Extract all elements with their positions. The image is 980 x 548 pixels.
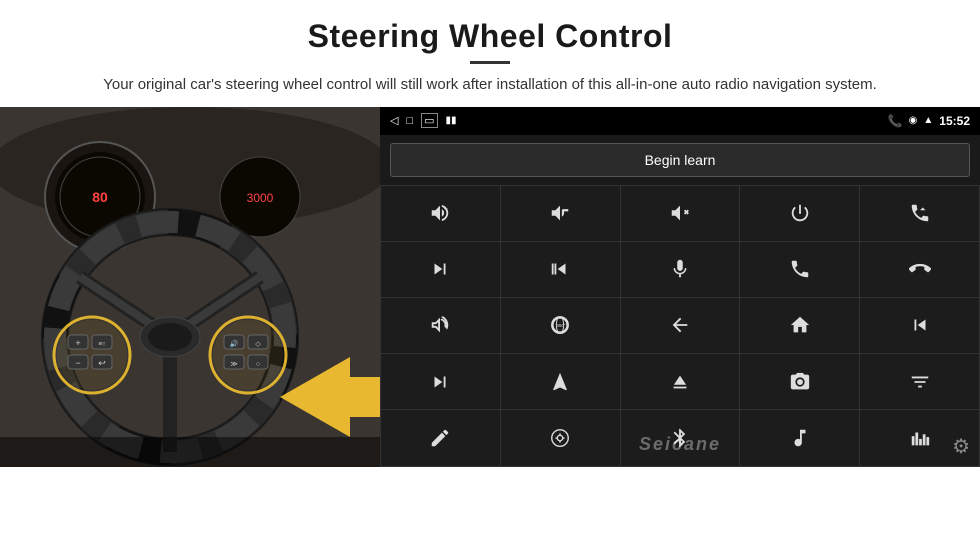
subtitle-text: Your original car's steering wheel contr… [80, 74, 900, 97]
bluetooth-button[interactable] [621, 410, 740, 465]
begin-learn-button[interactable]: Begin learn [390, 143, 970, 177]
prev-track-button[interactable] [501, 242, 620, 297]
page-title: Steering Wheel Control [60, 18, 920, 55]
status-left: ◁ □ ▭ ▮▮ [390, 113, 457, 128]
music-button[interactable] [740, 410, 859, 465]
status-right: 📞 ◉ ▲ 15:52 [888, 114, 970, 128]
vol-up-button[interactable]: + [381, 186, 500, 241]
camera-button[interactable] [740, 354, 859, 409]
svg-text:−: − [75, 358, 80, 368]
controls-grid: + [380, 185, 980, 467]
svg-text:80: 80 [92, 189, 108, 205]
equalizer-button[interactable] [860, 354, 979, 409]
begin-learn-row: Begin learn [380, 135, 980, 185]
next-track-button[interactable] [381, 242, 500, 297]
title-divider [470, 61, 510, 64]
360-camera-button[interactable]: 360° [501, 298, 620, 353]
svg-text:≫: ≫ [230, 361, 237, 368]
pen-button[interactable] [381, 410, 500, 465]
horn-button[interactable] [381, 298, 500, 353]
svg-text:↩: ↩ [98, 358, 106, 368]
vol-down-button[interactable] [501, 186, 620, 241]
sd-icon: ▮▮ [446, 115, 457, 126]
svg-text:◇: ◇ [255, 341, 261, 348]
svg-text:≡↑: ≡↑ [98, 341, 106, 348]
svg-text:+: + [75, 338, 80, 348]
power-button[interactable] [740, 186, 859, 241]
back-button[interactable] [621, 298, 740, 353]
svg-text:360°: 360° [557, 323, 567, 328]
location-status-icon: ◉ [909, 115, 918, 126]
phone-status-icon: 📞 [888, 114, 903, 128]
skip-forward-button[interactable] [381, 354, 500, 409]
settings-circle-button[interactable] [501, 410, 620, 465]
back-nav-icon[interactable]: ◁ [390, 114, 398, 127]
answer-call-button[interactable] [740, 242, 859, 297]
time-display: 15:52 [939, 114, 970, 128]
recents-nav-icon[interactable]: ▭ [421, 113, 437, 128]
status-bar: ◁ □ ▭ ▮▮ 📞 ◉ ▲ 15:52 [380, 107, 980, 135]
android-panel: ◁ □ ▭ ▮▮ 📞 ◉ ▲ 15:52 Begin learn [380, 107, 980, 467]
svg-text:3000: 3000 [247, 191, 274, 205]
steering-image: 80 3000 [0, 107, 380, 467]
hang-up-button[interactable] [860, 242, 979, 297]
phone-prev-button[interactable] [860, 186, 979, 241]
page-wrapper: Steering Wheel Control Your original car… [0, 0, 980, 548]
settings-gear-icon[interactable]: ⚙ [952, 434, 970, 459]
wifi-status-icon: ▲ [923, 115, 933, 126]
microphone-button[interactable] [621, 242, 740, 297]
header-section: Steering Wheel Control Your original car… [0, 0, 980, 107]
home-button[interactable] [740, 298, 859, 353]
svg-text:+: + [444, 204, 448, 213]
home-nav-icon[interactable]: □ [406, 115, 413, 127]
svg-text:○: ○ [256, 361, 260, 368]
skip-back-button[interactable] [860, 298, 979, 353]
content-section: 80 3000 [0, 107, 980, 548]
mute-button[interactable] [621, 186, 740, 241]
svg-text:🔊: 🔊 [230, 339, 239, 348]
eject-button[interactable] [621, 354, 740, 409]
navigation-button[interactable] [501, 354, 620, 409]
